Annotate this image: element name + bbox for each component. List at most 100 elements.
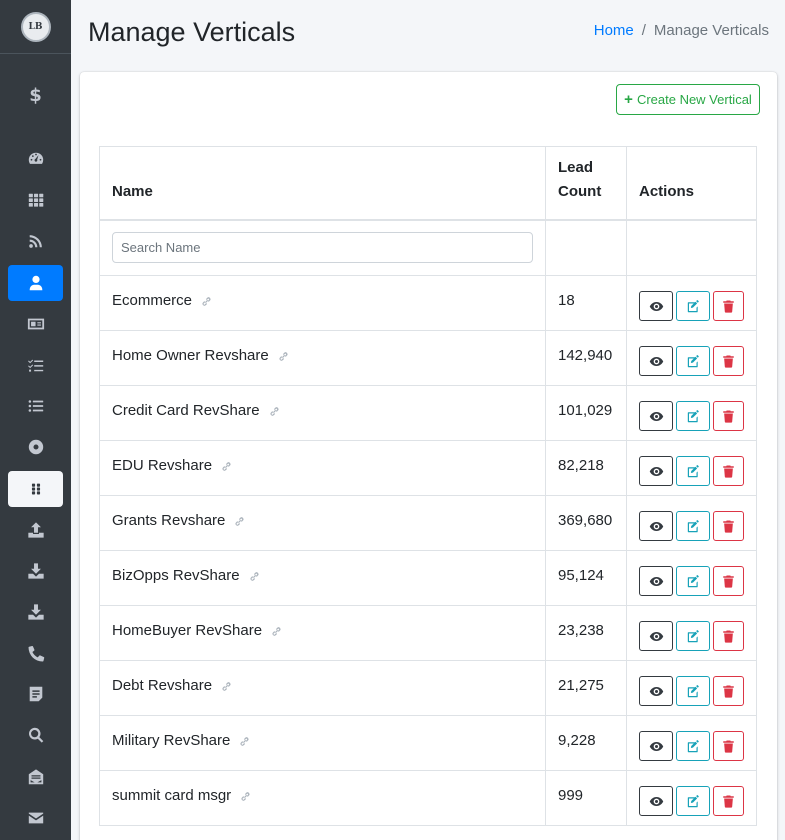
link-icon[interactable] xyxy=(200,293,213,308)
delete-button[interactable] xyxy=(713,621,744,651)
link-icon[interactable] xyxy=(239,788,252,803)
edit-button[interactable] xyxy=(676,401,710,431)
delete-button[interactable] xyxy=(713,786,744,816)
view-button[interactable] xyxy=(639,731,673,761)
eye-icon xyxy=(649,576,663,586)
table-row: Grants Revshare 369,680 xyxy=(99,495,757,551)
view-button[interactable] xyxy=(639,511,673,541)
sidebar: LB $ xyxy=(0,0,71,840)
upload-icon[interactable] xyxy=(8,512,63,548)
link-icon[interactable] xyxy=(248,568,261,583)
name-cell: summit card msgr xyxy=(99,770,546,826)
link-icon[interactable] xyxy=(277,348,290,363)
breadcrumb-home-link[interactable]: Home xyxy=(594,22,634,39)
th-grid-icon[interactable] xyxy=(8,182,63,218)
vertical-name: HomeBuyer RevShare xyxy=(112,621,263,639)
edit-button[interactable] xyxy=(676,731,710,761)
id-card-icon[interactable] xyxy=(8,306,63,342)
rss-icon[interactable] xyxy=(8,223,63,259)
name-cell: Home Owner Revshare xyxy=(99,330,546,386)
delete-button[interactable] xyxy=(713,566,744,596)
trash-icon xyxy=(723,520,734,533)
edit-button[interactable] xyxy=(676,456,710,486)
name-cell: Credit Card RevShare xyxy=(99,385,546,441)
edit-button[interactable] xyxy=(676,511,710,541)
view-button[interactable] xyxy=(639,401,673,431)
edit-button[interactable] xyxy=(676,786,710,816)
trash-icon xyxy=(723,795,734,808)
link-icon[interactable] xyxy=(268,403,281,418)
view-button[interactable] xyxy=(639,786,673,816)
name-cell: Grants Revshare xyxy=(99,495,546,551)
delete-button[interactable] xyxy=(713,401,744,431)
eye-icon xyxy=(649,686,663,696)
tachometer-icon[interactable] xyxy=(8,141,63,177)
lead-count-cell: 142,940 xyxy=(545,330,627,386)
lead-count-cell: 369,680 xyxy=(545,495,627,551)
edit-icon xyxy=(687,409,699,422)
view-button[interactable] xyxy=(639,676,673,706)
dot-circle-icon[interactable] xyxy=(8,429,63,465)
delete-button[interactable] xyxy=(713,511,744,541)
table-row: Military RevShare 9,228 xyxy=(99,715,757,771)
vertical-name: Grants Revshare xyxy=(112,511,226,529)
verticals-table: Name Lead Count Actions Ecommerce 18 xyxy=(99,146,757,826)
download-alt-icon[interactable] xyxy=(8,594,63,630)
breadcrumb-current: Manage Verticals xyxy=(653,22,769,39)
download-icon[interactable] xyxy=(8,553,63,589)
link-icon[interactable] xyxy=(270,623,283,638)
avatar[interactable]: LB xyxy=(20,11,51,42)
delete-button[interactable] xyxy=(713,676,744,706)
delete-button[interactable] xyxy=(713,291,744,321)
user-icon[interactable] xyxy=(8,265,63,301)
edit-button[interactable] xyxy=(676,291,710,321)
view-button[interactable] xyxy=(639,346,673,376)
delete-button[interactable] xyxy=(713,456,744,486)
search-icon[interactable] xyxy=(8,717,63,753)
envelope-icon[interactable] xyxy=(8,800,63,836)
table-row: summit card msgr 999 xyxy=(99,770,757,826)
column-header-lead-count[interactable]: Lead Count xyxy=(545,146,627,221)
eye-icon xyxy=(649,466,663,476)
file-alt-icon[interactable] xyxy=(8,676,63,712)
link-icon[interactable] xyxy=(220,678,233,693)
column-header-name[interactable]: Name xyxy=(99,146,546,221)
lead-count-cell: 18 xyxy=(545,275,627,331)
view-button[interactable] xyxy=(639,291,673,321)
vertical-name: summit card msgr xyxy=(112,786,232,804)
view-button[interactable] xyxy=(639,566,673,596)
lead-count-cell: 101,029 xyxy=(545,385,627,441)
edit-icon xyxy=(687,354,699,367)
list-icon[interactable] xyxy=(8,388,63,424)
eye-icon xyxy=(649,631,663,641)
link-icon[interactable] xyxy=(233,513,246,528)
grip-icon[interactable] xyxy=(8,471,63,507)
eye-icon xyxy=(649,301,663,311)
phone-icon[interactable] xyxy=(8,635,63,671)
delete-button[interactable] xyxy=(713,731,744,761)
search-name-input[interactable] xyxy=(112,232,533,264)
view-button[interactable] xyxy=(639,621,673,651)
actions-cell xyxy=(626,275,757,331)
edit-icon xyxy=(687,464,699,477)
page-title: Manage Verticals xyxy=(88,17,296,47)
plus-icon: + xyxy=(624,91,633,108)
lead-count-cell: 21,275 xyxy=(545,660,627,716)
create-vertical-button[interactable]: + Create New Vertical xyxy=(616,84,760,115)
vertical-name: Ecommerce xyxy=(112,291,193,309)
vertical-name: Military RevShare xyxy=(112,731,231,749)
link-icon[interactable] xyxy=(238,733,251,748)
edit-button[interactable] xyxy=(676,566,710,596)
tasks-icon[interactable] xyxy=(8,347,63,383)
link-icon[interactable] xyxy=(220,458,233,473)
envelope-open-icon[interactable] xyxy=(8,759,63,795)
user-panel: LB xyxy=(0,0,71,54)
edit-button[interactable] xyxy=(676,676,710,706)
edit-button[interactable] xyxy=(676,346,710,376)
view-button[interactable] xyxy=(639,456,673,486)
edit-button[interactable] xyxy=(676,621,710,651)
create-vertical-label: Create New Vertical xyxy=(636,92,752,107)
verticals-card: + Create New Vertical Name Lead Count Ac… xyxy=(80,72,777,840)
dollar-icon[interactable]: $ xyxy=(8,77,63,113)
delete-button[interactable] xyxy=(713,346,744,376)
